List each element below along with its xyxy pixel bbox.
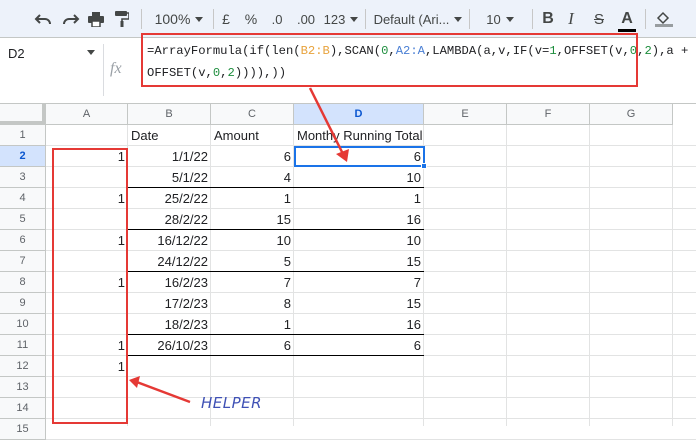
arrow-icon [308,87,349,162]
annotation-arrows [129,87,349,404]
arrow-icon [129,376,191,404]
